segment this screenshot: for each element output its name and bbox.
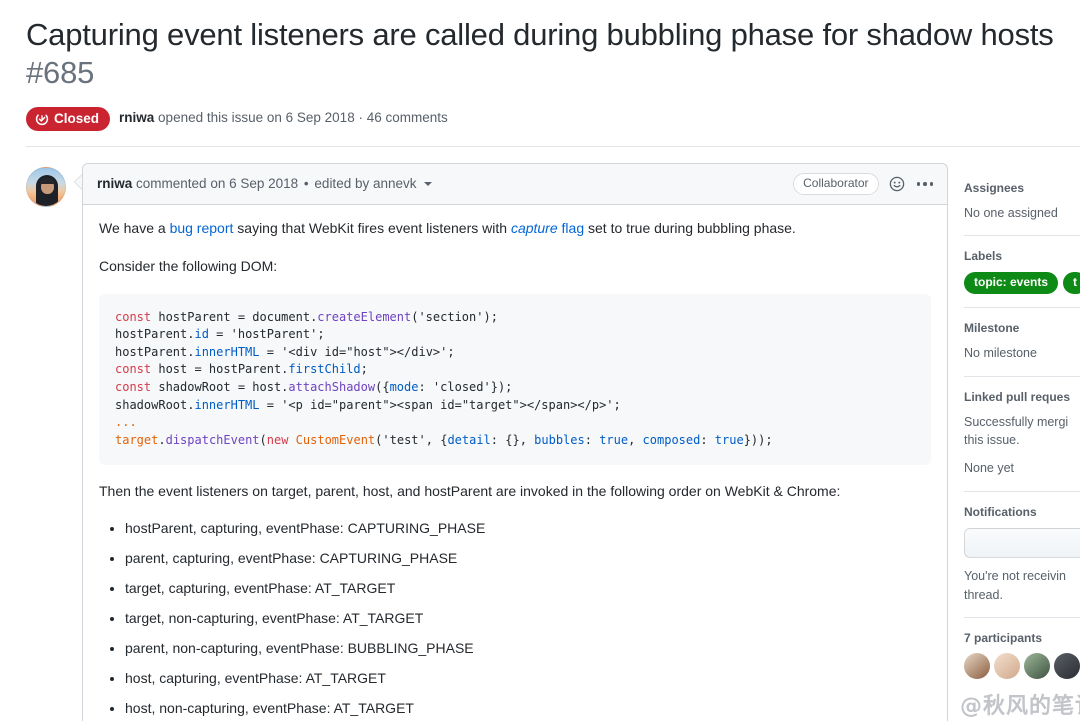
sidebar-section-notifications: Notifications You're not receivin thread… <box>964 505 1080 619</box>
page-title: Capturing event listeners are called dur… <box>26 16 1056 92</box>
labels-row: topic: events t <box>964 272 1080 294</box>
sidebar-section-participants: 7 participants <box>964 631 1080 692</box>
comment-edited-by[interactable]: edited by annevk <box>314 176 416 191</box>
list-item: target, non-capturing, eventPhase: AT_TA… <box>125 608 931 629</box>
list-item: host, non-capturing, eventPhase: AT_TARG… <box>125 698 931 719</box>
subscribe-button[interactable] <box>964 527 1080 558</box>
participants-title: 7 participants <box>964 631 1043 646</box>
issue-author[interactable]: rniwa <box>119 110 154 125</box>
comment: rniwa commented on 6 Sep 2018 • edited b… <box>74 162 948 721</box>
comment-paragraph-2: Consider the following DOM: <box>99 257 278 274</box>
comment-box: rniwa commented on 6 Sep 2018 • edited b… <box>82 162 948 721</box>
label-chip[interactable]: t <box>1063 272 1080 294</box>
avatar[interactable] <box>26 166 66 207</box>
milestone-title: Milestone <box>964 320 1020 335</box>
issue-body: rniwa commented on 6 Sep 2018 • edited b… <box>0 147 1080 721</box>
code-content: const hostParent = document.createElemen… <box>115 309 773 447</box>
avatar-hair <box>40 177 54 184</box>
linked-pr-text: Successfully mergi <box>964 414 1069 429</box>
issue-header: Capturing event listeners are called dur… <box>0 0 1080 147</box>
comment-action: commented on 6 Sep 2018 <box>136 175 299 191</box>
comment-paragraph-1: We have a bug report saying that WebKit … <box>99 218 931 240</box>
assignees-value: No one assigned <box>964 205 1058 220</box>
issue-page: Capturing event listeners are called dur… <box>0 0 1080 721</box>
role-badge: Collaborator <box>793 172 879 196</box>
comment-header: rniwa commented on 6 Sep 2018 • edited b… <box>83 163 947 206</box>
list-item: parent, capturing, eventPhase: CAPTURING… <box>125 548 931 569</box>
label-chip[interactable]: topic: events <box>964 272 1059 294</box>
list-item: hostParent, capturing, eventPhase: CAPTU… <box>125 518 931 539</box>
flag-link[interactable]: flag <box>562 220 585 236</box>
issue-number: #685 <box>26 54 95 90</box>
list-item: target, capturing, eventPhase: AT_TARGET <box>125 578 931 599</box>
event-order-list: hostParent, capturing, eventPhase: CAPTU… <box>99 518 931 721</box>
main-column: rniwa commented on 6 Sep 2018 • edited b… <box>26 162 948 721</box>
issue-meta-row: Closed rniwa opened this issue on 6 Sep … <box>26 106 1080 147</box>
para1-part1: We have a <box>99 220 170 237</box>
issue-sidebar: Assignees No one assigned Labels topic: … <box>964 163 1080 706</box>
comment-paragraph-3: Then the event listeners on target, pare… <box>99 482 841 499</box>
issue-meta-action: opened this issue on 6 Sep 2018 · 46 com… <box>158 110 448 126</box>
notifications-title: Notifications <box>964 504 1037 519</box>
notifications-text: You're not receivin <box>964 568 1066 583</box>
avatar-column <box>26 163 66 721</box>
participant-avatar[interactable] <box>964 653 990 680</box>
para1-part2: saying that WebKit fires event listeners… <box>233 220 511 237</box>
issue-meta-text: rniwa opened this issue on 6 Sep 2018 · … <box>119 109 448 128</box>
list-item: host, capturing, eventPhase: AT_TARGET <box>125 668 931 689</box>
smiley-icon[interactable] <box>889 176 905 192</box>
sidebar-section-linked-pr: Linked pull reques Successfully mergi th… <box>964 390 1080 492</box>
participants-avatars <box>964 653 1080 680</box>
sidebar-section-labels: Labels topic: events t <box>964 249 1080 308</box>
comment-separator: • <box>303 175 309 191</box>
sidebar-section-assignees: Assignees No one assigned <box>964 181 1080 237</box>
comment-header-actions: Collaborator <box>793 172 936 196</box>
bug-report-link[interactable]: bug report <box>170 220 234 236</box>
capture-link[interactable]: capture <box>511 220 558 236</box>
code-block: const hostParent = document.createElemen… <box>99 293 931 465</box>
participant-avatar[interactable] <box>1024 653 1050 680</box>
comment-header-text: rniwa commented on 6 Sep 2018 • edited b… <box>97 174 433 194</box>
status-badge-label: Closed <box>54 110 100 126</box>
milestone-value: No milestone <box>964 345 1037 360</box>
comment-body: We have a bug report saying that WebKit … <box>83 205 947 721</box>
status-badge[interactable]: Closed <box>26 106 111 131</box>
linked-pr-text-2: this issue. <box>964 433 1020 448</box>
issue-closed-icon <box>35 112 49 126</box>
notifications-text-2: thread. <box>964 587 1003 602</box>
chevron-down-icon[interactable] <box>424 181 433 186</box>
participant-avatar[interactable] <box>1054 653 1080 680</box>
linked-pr-title: Linked pull reques <box>964 389 1071 404</box>
kebab-menu-icon[interactable] <box>915 182 936 186</box>
issue-title-text: Capturing event listeners are called dur… <box>26 17 1054 52</box>
para1-part4: set to true during bubbling phase. <box>584 220 796 237</box>
sidebar-section-milestone: Milestone No milestone <box>964 321 1080 377</box>
list-item: parent, non-capturing, eventPhase: BUBBL… <box>125 638 931 659</box>
linked-pr-value: None yet <box>964 461 1015 476</box>
assignees-title: Assignees <box>964 180 1025 195</box>
comment-author[interactable]: rniwa <box>97 176 132 191</box>
participant-avatar[interactable] <box>994 653 1020 680</box>
labels-title: Labels <box>964 249 1003 264</box>
